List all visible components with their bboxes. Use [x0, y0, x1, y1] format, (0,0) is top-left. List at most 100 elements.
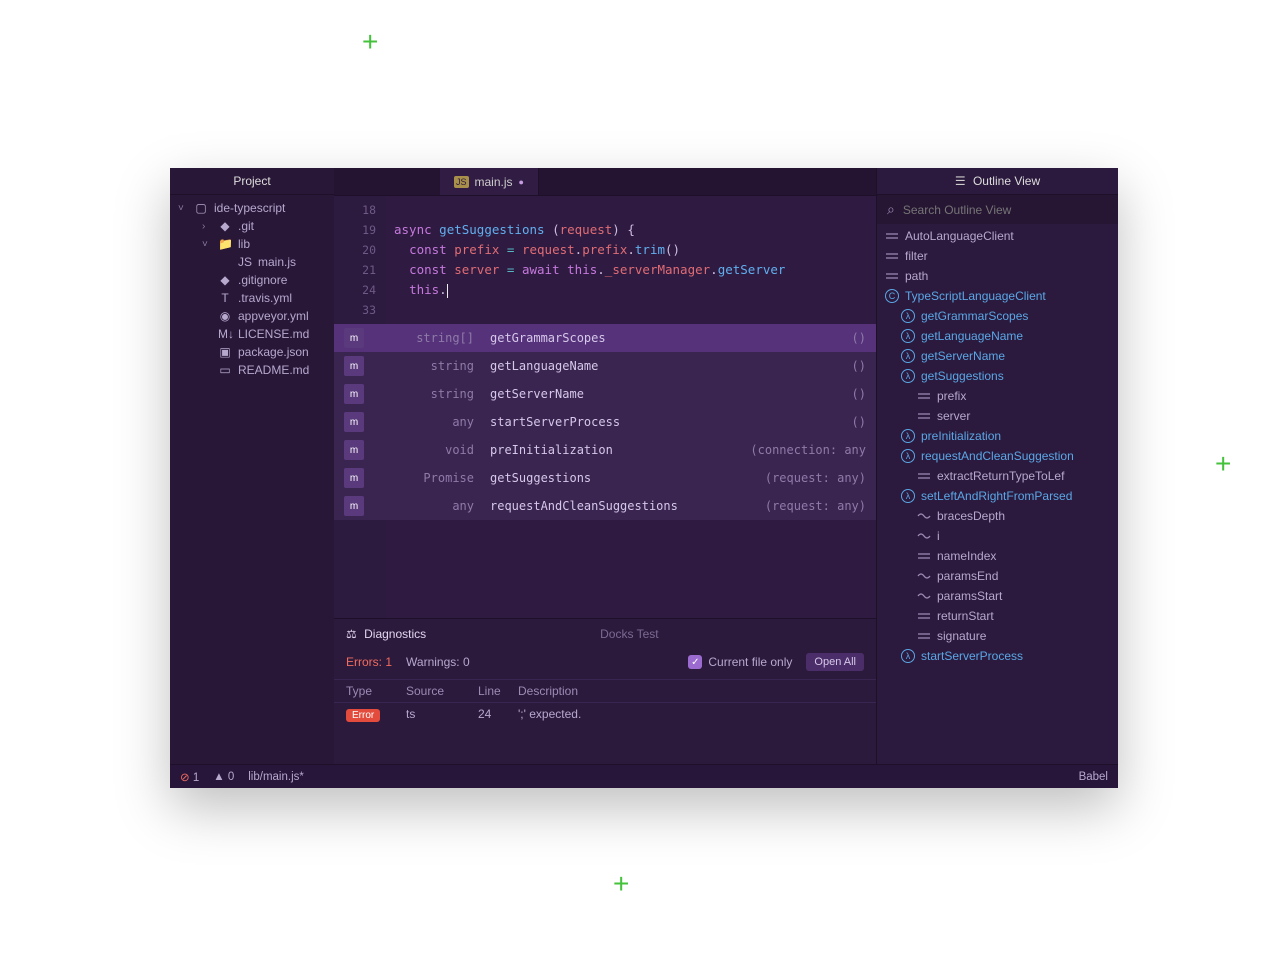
outline-item[interactable]: CTypeScriptLanguageClient: [877, 286, 1118, 306]
outline-item[interactable]: nameIndex: [877, 546, 1118, 566]
outline-item-label: getGrammarScopes: [921, 309, 1028, 323]
error-icon: ⊘: [180, 772, 190, 784]
tree-item[interactable]: ›◆.git: [170, 217, 334, 235]
function-icon: λ: [901, 489, 915, 503]
tree-item[interactable]: ▣package.json: [170, 343, 334, 361]
code-editor[interactable]: 181920212433343536 async getSuggestions …: [334, 196, 876, 618]
tree-item-label: package.json: [238, 345, 309, 359]
outline-item[interactable]: λsetLeftAndRightFromParsed: [877, 486, 1118, 506]
current-file-toggle[interactable]: ✓ Current file only: [688, 655, 792, 669]
warning-icon: ▲: [213, 771, 224, 783]
diagnostics-panel: ⚖ Diagnostics Docks Test Errors: 1 Warni…: [334, 618, 876, 764]
ac-type: string: [374, 387, 474, 401]
tree-item[interactable]: JSmain.js: [170, 253, 334, 271]
autocomplete-item[interactable]: manystartServerProcess(): [334, 408, 876, 436]
open-all-button[interactable]: Open All: [806, 653, 864, 671]
status-filepath[interactable]: lib/main.js*: [248, 771, 304, 783]
col-type: Type: [346, 684, 406, 698]
outline-item[interactable]: λrequestAndCleanSuggestion: [877, 446, 1118, 466]
const-icon: [917, 629, 931, 643]
outline-item-label: path: [905, 269, 928, 283]
autocomplete-popup[interactable]: mstring[]getGrammarScopes()mstringgetLan…: [334, 324, 876, 520]
modified-dot-icon: ●: [519, 177, 524, 187]
kind-icon: m: [344, 356, 364, 376]
autocomplete-item[interactable]: mstringgetLanguageName(): [334, 352, 876, 380]
kind-icon: m: [344, 328, 364, 348]
tree-item[interactable]: ▭README.md: [170, 361, 334, 379]
variable-icon: [917, 589, 931, 603]
file-icon: 📁: [218, 237, 232, 251]
const-icon: [885, 269, 899, 283]
autocomplete-item[interactable]: mstring[]getGrammarScopes(): [334, 324, 876, 352]
outline-item[interactable]: paramsStart: [877, 586, 1118, 606]
outline-item[interactable]: AutoLanguageClient: [877, 226, 1118, 246]
ac-type: string[]: [374, 331, 474, 345]
search-icon: ⌕: [887, 201, 895, 218]
outline-item[interactable]: prefix: [877, 386, 1118, 406]
outline-search[interactable]: ⌕: [877, 195, 1118, 224]
plus-decor-icon: +: [1215, 450, 1231, 478]
outline-item-label: returnStart: [937, 609, 994, 623]
balance-icon: ⚖: [346, 627, 357, 641]
outline-item[interactable]: λgetServerName: [877, 346, 1118, 366]
outline-item[interactable]: server: [877, 406, 1118, 426]
tree-root[interactable]: ˅ ▢ ide-typescript: [170, 199, 334, 217]
status-bar: ⊘ 1 ▲ 0 lib/main.js* Babel: [170, 764, 1118, 788]
status-language[interactable]: Babel: [1079, 771, 1108, 783]
const-icon: [917, 389, 931, 403]
ac-signature: (): [852, 415, 866, 429]
sidebar-header: Project: [170, 168, 334, 195]
chevron-down-icon: ˅: [178, 203, 188, 214]
status-errors[interactable]: ⊘ 1: [180, 770, 199, 784]
outline-item[interactable]: λpreInitialization: [877, 426, 1118, 446]
class-icon: C: [885, 289, 899, 303]
plus-decor-icon: +: [613, 870, 629, 898]
diagnostic-row[interactable]: Errorts24';' expected.: [334, 703, 876, 725]
tree-item[interactable]: ◉appveyor.yml: [170, 307, 334, 325]
variable-icon: [917, 509, 931, 523]
outline-item[interactable]: bracesDepth: [877, 506, 1118, 526]
autocomplete-item[interactable]: manyrequestAndCleanSuggestions(request: …: [334, 492, 876, 520]
errors-count: Errors: 1: [346, 655, 392, 669]
tab-main-js[interactable]: JS main.js ●: [440, 168, 539, 195]
const-icon: [885, 229, 899, 243]
ac-signature: (request: any): [765, 471, 866, 485]
tree-item[interactable]: ◆.gitignore: [170, 271, 334, 289]
outline-item[interactable]: returnStart: [877, 606, 1118, 626]
outline-item[interactable]: paramsEnd: [877, 566, 1118, 586]
tree-item[interactable]: ˅📁lib: [170, 235, 334, 253]
outline-item[interactable]: λgetLanguageName: [877, 326, 1118, 346]
outline-item[interactable]: extractReturnTypeToLef: [877, 466, 1118, 486]
chevron-icon: ˅: [202, 239, 212, 250]
outline-search-input[interactable]: [903, 203, 1108, 217]
outline-item[interactable]: path: [877, 266, 1118, 286]
file-icon: ◆: [218, 273, 232, 287]
autocomplete-item[interactable]: mPromisegetSuggestions(request: any): [334, 464, 876, 492]
const-icon: [917, 549, 931, 563]
autocomplete-item[interactable]: mstringgetServerName(): [334, 380, 876, 408]
ac-signature: (request: any): [765, 499, 866, 513]
autocomplete-item[interactable]: mvoidpreInitialization(connection: any: [334, 436, 876, 464]
outline-item[interactable]: λgetGrammarScopes: [877, 306, 1118, 326]
tab-label: main.js: [475, 175, 513, 189]
chevron-icon: ›: [202, 221, 212, 232]
outline-item[interactable]: λgetSuggestions: [877, 366, 1118, 386]
file-icon: ▭: [218, 363, 232, 377]
status-warnings[interactable]: ▲ 0: [213, 771, 234, 783]
function-icon: λ: [901, 649, 915, 663]
ac-name: getLanguageName: [490, 359, 598, 373]
ac-name: getSuggestions: [490, 471, 591, 485]
tree-item[interactable]: M↓LICENSE.md: [170, 325, 334, 343]
outline-item[interactable]: filter: [877, 246, 1118, 266]
checkbox-label: Current file only: [708, 655, 792, 669]
outline-item[interactable]: signature: [877, 626, 1118, 646]
panel-tab-diagnostics[interactable]: ⚖ Diagnostics: [346, 627, 426, 641]
outline-item-label: getLanguageName: [921, 329, 1023, 343]
outline-item[interactable]: λstartServerProcess: [877, 646, 1118, 666]
ac-name: requestAndCleanSuggestions: [490, 499, 678, 513]
tree-item[interactable]: T.travis.yml: [170, 289, 334, 307]
file-icon: T: [218, 291, 232, 305]
outline-item[interactable]: i: [877, 526, 1118, 546]
outline-item-label: nameIndex: [937, 549, 996, 563]
panel-tab-docks[interactable]: Docks Test: [600, 627, 658, 641]
